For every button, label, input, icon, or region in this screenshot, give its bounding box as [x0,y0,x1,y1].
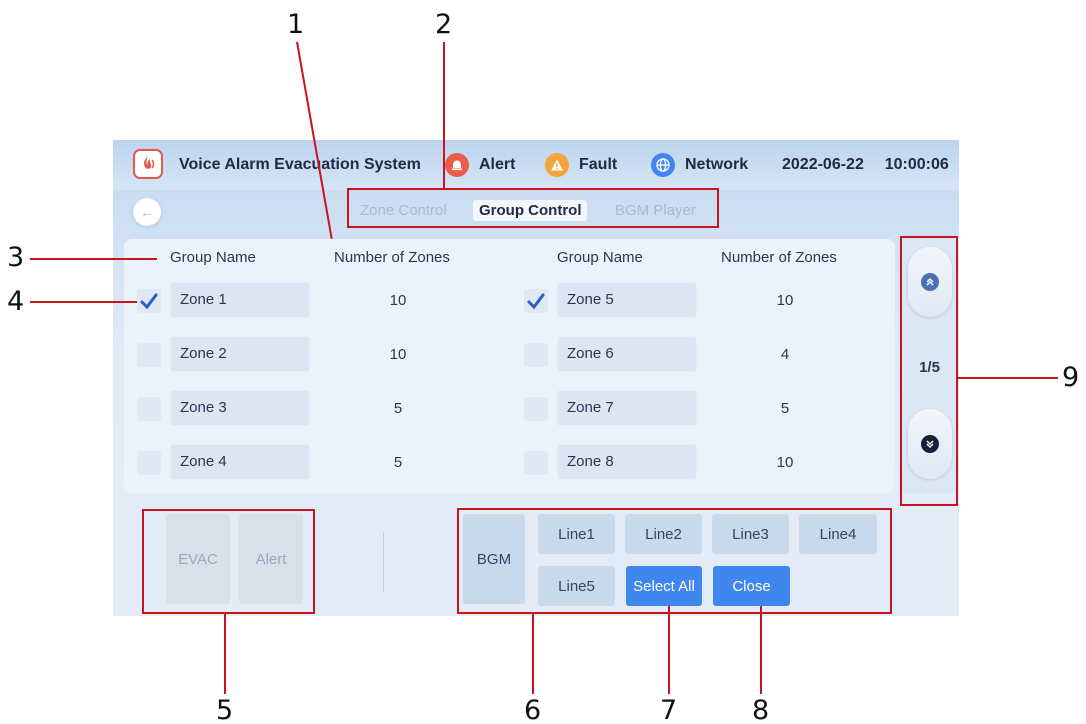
alert-label: Alert [479,156,516,173]
globe-icon [651,153,675,177]
row-checkbox[interactable] [524,451,548,475]
chevron-up-icon [921,273,939,291]
line2-button[interactable]: Line2 [625,514,702,554]
page-indicator: 1/5 [919,359,940,376]
page-down-button[interactable] [908,409,952,479]
zone-count: 10 [776,292,794,309]
leader-line-5 [224,614,226,694]
alarm-bell-icon [445,153,469,177]
group-table-panel: Group Name Number of Zones Group Name Nu… [124,239,895,493]
group-name-field[interactable]: Zone 3 [170,390,310,426]
group-name-field[interactable]: Zone 7 [557,390,697,426]
fault-status[interactable]: Fault [545,153,617,177]
status-bar: Voice Alarm Evacuation System Alert Faul… [113,140,959,190]
pager: 1/5 [900,239,959,493]
group-name-field[interactable]: Zone 1 [170,282,310,318]
group-name-field[interactable]: Zone 2 [170,336,310,372]
leader-line-8 [760,606,762,694]
callout-9: 9 [1062,362,1080,393]
line3-button[interactable]: Line3 [712,514,789,554]
chevron-down-icon [921,435,939,453]
close-button[interactable]: Close [713,566,790,606]
back-arrow-icon: ← [140,204,154,220]
leader-line-7 [668,606,670,694]
header-group-name: Group Name [170,249,256,266]
row-checkbox[interactable] [137,289,161,313]
line5-button[interactable]: Line5 [538,566,615,606]
bgm-button[interactable]: BGM [463,514,525,604]
callout-2: 2 [435,9,453,40]
row-checkbox[interactable] [137,397,161,421]
callout-8: 8 [752,695,770,724]
header-number-of-zones: Number of Zones [334,249,450,266]
network-status[interactable]: Network [651,153,748,177]
zone-count: 5 [780,400,790,417]
row-checkbox[interactable] [137,343,161,367]
checkmark-icon [527,293,545,310]
alert-button[interactable]: Alert [239,514,303,604]
leader-line-6 [532,614,534,694]
tab-zone-control[interactable]: Zone Control [360,202,447,219]
time-text: 10:00:06 [884,156,949,173]
zone-count: 10 [776,454,794,471]
evac-button[interactable]: EVAC [166,514,230,604]
divider [383,532,384,592]
datetime: 2022-06-22 10:00:06 [782,156,949,174]
row-checkbox[interactable] [524,397,548,421]
fault-label: Fault [579,156,618,173]
page-up-button[interactable] [908,247,952,317]
line1-button[interactable]: Line1 [538,514,615,554]
callout-7: 7 [660,695,678,724]
tab-group-control[interactable]: Group Control [473,200,588,221]
callout-3: 3 [7,242,25,273]
system-title: Voice Alarm Evacuation System [179,156,421,173]
app-logo-icon [133,149,163,179]
group-name-field[interactable]: Zone 5 [557,282,697,318]
line4-button[interactable]: Line4 [799,514,877,554]
zone-count: 10 [389,346,407,363]
zone-count: 5 [393,400,403,417]
row-checkbox[interactable] [524,289,548,313]
header-group-name-2: Group Name [557,249,643,266]
back-button[interactable]: ← [133,198,161,226]
callout-6: 6 [524,695,542,724]
callout-5: 5 [216,695,234,724]
callout-4: 4 [7,286,25,317]
leader-line-3 [30,258,157,260]
leader-line-9 [958,377,1058,379]
row-checkbox[interactable] [524,343,548,367]
callout-1: 1 [287,9,305,40]
zone-count: 4 [780,346,790,363]
alert-status[interactable]: Alert [445,153,515,177]
header-number-of-zones-2: Number of Zones [721,249,837,266]
select-all-button[interactable]: Select All [626,566,702,606]
app-screen: Voice Alarm Evacuation System Alert Faul… [113,140,959,616]
leader-line-2 [443,42,445,188]
group-name-field[interactable]: Zone 4 [170,444,310,480]
group-name-field[interactable]: Zone 6 [557,336,697,372]
warning-triangle-icon [545,153,569,177]
checkmark-icon [140,293,158,310]
network-label: Network [685,156,749,173]
zone-count: 5 [393,454,403,471]
date-text: 2022-06-22 [782,156,864,173]
tab-bgm-player[interactable]: BGM Player [615,202,696,219]
group-name-field[interactable]: Zone 8 [557,444,697,480]
zone-count: 10 [389,292,407,309]
leader-line-4 [30,301,137,303]
row-checkbox[interactable] [137,451,161,475]
